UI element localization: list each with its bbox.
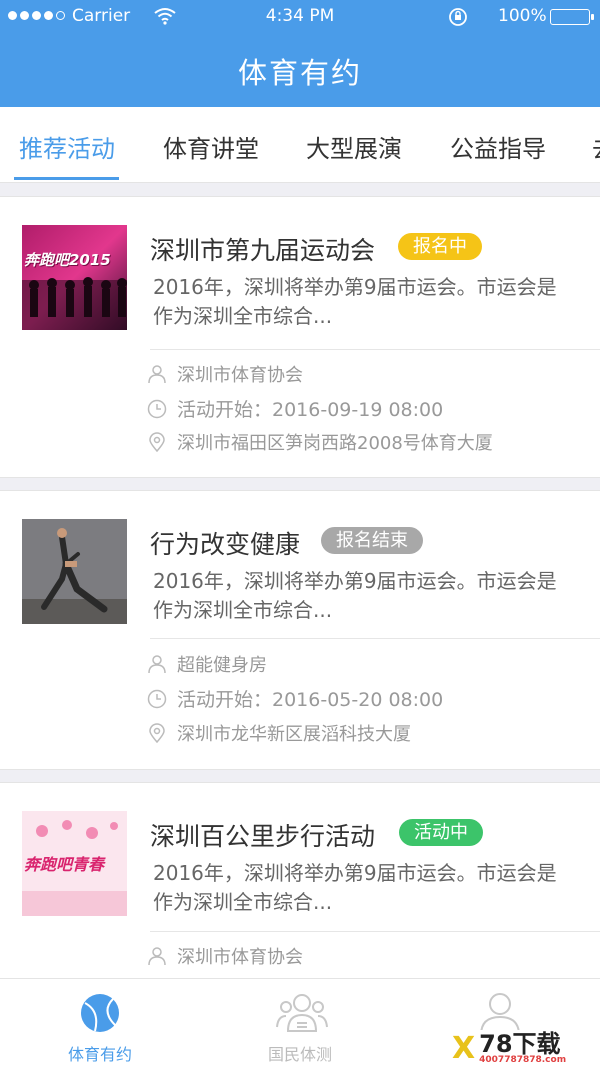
start-time-row: 活动开始：2016-09-19 08:00 [147,395,443,422]
organizer-name: 超能健身房 [177,655,267,676]
watermark-x-logo: X [452,1031,476,1066]
divider [150,349,600,350]
start-time: 活动开始：2016-05-20 08:00 [177,689,444,711]
watermark-logo: X 78下载 4007787878.com [448,1030,600,1067]
divider [150,931,600,932]
activity-title: 深圳市第九届运动会 [150,236,376,265]
nav-sports-appointment[interactable]: 体育有约 [0,979,200,1068]
organizer-name: 深圳市体育协会 [177,947,303,968]
clock-icon [147,399,167,419]
app-header: Carrier 4:34 PM 100% 体育有约 [0,0,600,107]
nav-label: 国民体测 [267,1045,332,1064]
battery-icon [550,9,594,25]
divider [150,638,600,639]
battery-percent: 100% [498,6,547,26]
tab-overflow[interactable]: 去 [592,129,600,164]
activity-thumbnail [22,519,127,624]
section-gap [0,478,600,490]
person-icon [147,654,167,674]
activity-card[interactable]: 奔跑吧2015 深圳市第九届运动会 报名中 2016年，深圳将举办第9届市运会。… [0,196,600,478]
status-badge: 活动中 [399,819,483,846]
active-tab-indicator [14,177,119,180]
ball-icon [75,989,125,1037]
organizer-row: 深圳市体育协会 [147,943,303,969]
watermark-main: 78下载 [479,1030,561,1058]
activity-thumbnail: 奔跑吧青春 [22,811,127,916]
page-title: 体育有约 [237,56,362,90]
activity-description: 2016年，深圳将举办第9届市运会。市运会是作为深圳全市综合... [153,861,557,914]
people-icon [275,989,328,1037]
activity-title: 行为改变健康 [150,530,301,559]
person-icon [147,946,167,966]
activity-card[interactable]: 奔跑吧青春 深圳百公里步行活动 活动中 2016年，深圳将举办第9届市运会。市运… [0,782,600,978]
start-time: 活动开始：2016-09-19 08:00 [177,399,444,421]
status-bar: Carrier 4:34 PM 100% [0,0,600,34]
activity-title: 深圳百公里步行活动 [150,822,376,851]
thumbnail-caption: 奔跑吧青春 [24,855,105,874]
location: 深圳市福田区笋岗西路2008号体育大厦 [177,433,493,454]
category-tabs: 推荐活动 体育讲堂 大型展演 公益指导 去 [0,107,600,183]
section-gap [0,770,600,782]
person-icon [147,364,167,384]
location: 深圳市龙华新区展滔科技大厦 [177,724,411,745]
location-row: 深圳市福田区笋岗西路2008号体育大厦 [147,429,493,455]
thumbnail-caption: 奔跑吧2015 [24,251,111,269]
start-time-row: 活动开始：2016-05-20 08:00 [147,685,443,712]
location-row: 深圳市龙华新区展滔科技大厦 [147,720,411,746]
watermark-text: 78下载 4007787878.com [479,1032,566,1065]
tab-recommended[interactable]: 推荐活动 [19,129,115,164]
tab-lectures[interactable]: 体育讲堂 [163,129,259,164]
activity-card[interactable]: 行为改变健康 报名结束 2016年，深圳将举办第9届市运会。市运会是作为深圳全市… [0,490,600,770]
watermark-url: 4007787878.com [479,1055,567,1065]
organizer-row: 深圳市体育协会 [147,361,303,387]
status-badge: 报名中 [398,233,482,260]
organizer-row: 超能健身房 [147,651,267,677]
tab-performances[interactable]: 大型展演 [306,129,402,164]
rotation-lock-icon [448,7,468,32]
activity-description: 2016年，深圳将举办第9届市运会。市运会是作为深圳全市综合... [153,275,557,328]
section-gap [0,183,600,196]
location-pin-icon [147,432,167,452]
location-pin-icon [147,723,167,743]
tab-public-guidance[interactable]: 公益指导 [450,129,546,164]
activity-description: 2016年，深圳将举办第9届市运会。市运会是作为深圳全市综合... [153,569,557,622]
clock-icon [147,689,167,709]
organizer-name: 深圳市体育协会 [177,365,303,386]
nav-label: 体育有约 [67,1045,132,1064]
status-badge: 报名结束 [321,527,423,554]
nav-fitness-test[interactable]: 国民体测 [200,979,400,1068]
activity-thumbnail: 奔跑吧2015 [22,225,127,330]
